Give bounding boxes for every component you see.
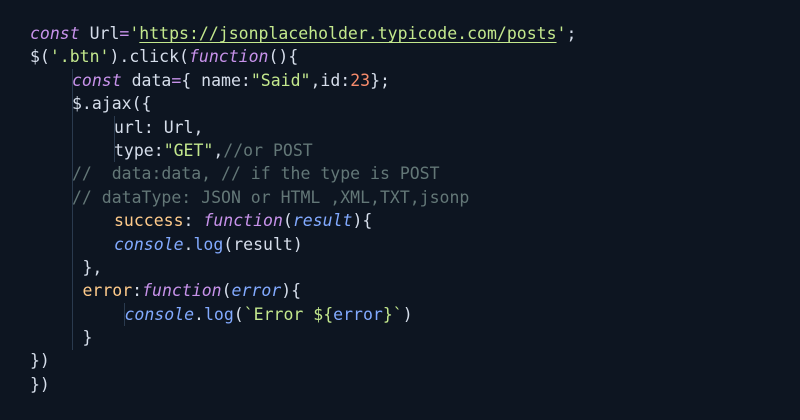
code-token: .: [194, 304, 204, 324]
code-token: ,: [213, 140, 224, 160]
code-line[interactable]: $('.btn').click(function(){: [30, 45, 576, 68]
code-token: data: [131, 70, 172, 90]
code-token: (: [233, 304, 244, 324]
code-line[interactable]: }): [30, 373, 576, 396]
code-token: name: [201, 70, 241, 90]
code-block[interactable]: const Url='https://jsonplaceholder.typic…: [30, 22, 576, 396]
code-token: log: [193, 234, 224, 254]
code-token: function: [203, 211, 283, 231]
code-token: `: [392, 304, 403, 324]
code-token: error: [231, 281, 282, 301]
code-token: };: [370, 70, 390, 90]
code-token: :: [153, 140, 164, 160]
code-token: $.: [72, 94, 92, 114]
code-line[interactable]: },: [30, 256, 576, 279]
code-token: $(: [30, 47, 50, 67]
code-line[interactable]: const Url='https://jsonplaceholder.typic…: [30, 22, 576, 45]
indent-guide: [72, 68, 73, 350]
code-token: url: [114, 117, 144, 137]
code-token: {: [181, 70, 202, 90]
code-token: :: [340, 70, 351, 90]
code-token: //or POST: [223, 140, 313, 160]
code-token: // data:data, // if the type is POST: [72, 164, 440, 184]
code-token: success: [114, 211, 184, 231]
code-token: ({: [131, 94, 152, 114]
code-token: console: [114, 234, 184, 254]
code-token: function: [142, 281, 222, 301]
code-token: ){: [281, 281, 302, 301]
code-token: ,: [310, 70, 321, 90]
code-token: :: [183, 211, 204, 231]
code-line[interactable]: success: function(result){: [30, 209, 576, 232]
code-token: ': [556, 24, 567, 43]
code-token: :: [143, 117, 164, 137]
code-line[interactable]: // data:data, // if the type is POST: [30, 162, 576, 185]
code-token: ): [402, 304, 413, 324]
code-line[interactable]: url: Url,: [30, 116, 576, 139]
code-token: (: [223, 234, 234, 254]
code-token: error: [82, 281, 133, 301]
code-token: (: [221, 281, 232, 301]
code-token: ;: [566, 24, 577, 43]
code-token: type: [114, 140, 154, 160]
code-token: "GET": [163, 140, 214, 160]
code-token: function: [188, 47, 269, 67]
code-token: error: [333, 304, 383, 324]
code-token: ){: [352, 211, 373, 231]
code-line[interactable]: error:function(error){: [30, 279, 576, 302]
code-token: ): [292, 234, 303, 254]
code-editor[interactable]: const Url='https://jsonplaceholder.typic…: [0, 0, 800, 420]
code-token: (){: [268, 47, 299, 67]
code-token: ,: [193, 117, 204, 137]
indent-guide: [114, 115, 115, 163]
code-token: (: [179, 47, 189, 67]
code-token: ${: [313, 304, 334, 324]
code-token: :: [240, 70, 251, 90]
code-token: result: [292, 211, 353, 231]
code-token: id: [320, 70, 341, 90]
code-line[interactable]: type:"GET",//or POST: [30, 139, 576, 162]
code-token: click: [129, 47, 180, 67]
code-line[interactable]: }): [30, 349, 576, 372]
code-token: Url: [89, 24, 120, 43]
code-token: }): [30, 374, 50, 394]
code-line[interactable]: console.log(result): [30, 233, 576, 256]
code-token: const: [72, 70, 122, 90]
code-token: https://jsonplaceholder.typicode.com/pos…: [139, 24, 557, 43]
code-token: 23: [350, 70, 371, 90]
code-token: log: [203, 304, 234, 324]
code-line[interactable]: console.log(`Error ${error}`): [30, 303, 576, 326]
code-line[interactable]: $.ajax({: [30, 92, 576, 115]
code-token: `Error: [243, 304, 314, 324]
code-token: (: [282, 211, 293, 231]
code-token: console: [124, 304, 195, 324]
code-token: const: [30, 24, 80, 43]
code-token: =: [171, 70, 182, 90]
indent-guide: [124, 302, 125, 327]
code-token: '.btn': [49, 47, 110, 67]
code-token: result: [233, 234, 293, 254]
code-token: ).: [109, 47, 130, 67]
code-token: "Said": [250, 70, 311, 90]
code-token: Url: [163, 117, 194, 137]
code-token: // dataType: JSON or HTML ,XML,TXT,jsonp: [72, 187, 470, 207]
code-token: },: [82, 257, 103, 277]
code-line[interactable]: }: [30, 326, 576, 349]
code-token: =: [119, 24, 130, 43]
code-token: ajax: [91, 94, 132, 114]
code-token: }: [82, 328, 93, 348]
code-token: .: [183, 234, 194, 254]
code-token: }: [382, 304, 393, 324]
code-line[interactable]: const data={ name:"Said",id:23};: [30, 69, 576, 92]
code-token: ': [129, 24, 140, 43]
code-token: :: [132, 281, 143, 301]
code-line[interactable]: // dataType: JSON or HTML ,XML,TXT,jsonp: [30, 186, 576, 209]
code-token: }): [30, 351, 50, 371]
